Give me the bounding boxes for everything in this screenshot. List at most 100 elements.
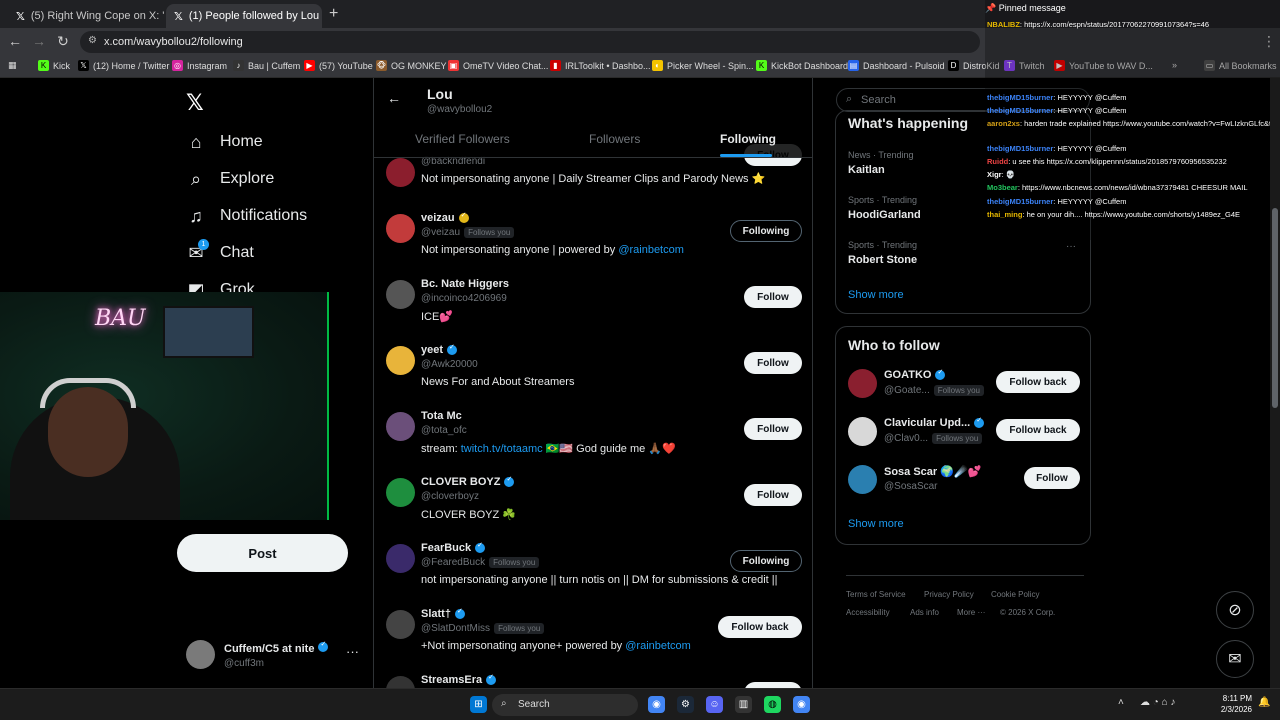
avatar[interactable] [386, 544, 415, 573]
bookmark-youtube[interactable]: ▶ (57) YouTube [304, 60, 373, 71]
bookmark-picker-wheel[interactable]: ◐ Picker Wheel - Spin... [652, 60, 754, 71]
bookmark-kickbot[interactable]: K KickBot Dashboard [756, 60, 848, 71]
tab-followers[interactable]: Followers [589, 132, 640, 146]
nav-explore[interactable]: ⌕ Explore [186, 169, 274, 189]
following-button[interactable]: Following [730, 220, 802, 242]
chrome-active-icon[interactable]: ◉ [793, 696, 810, 713]
user-name[interactable]: FearBuck [421, 541, 486, 554]
nav-notifications[interactable]: ♫ Notifications [186, 206, 307, 226]
follow-button[interactable]: Follow [744, 352, 802, 374]
taskbar-clock[interactable]: 8:11 PM 2/3/2026 [1212, 693, 1252, 715]
avatar[interactable] [848, 369, 877, 398]
avatar[interactable] [386, 158, 415, 187]
following-row[interactable]: CLOVER BOYZ @cloverboyz CLOVER BOYZ ☘️ Foll… [374, 472, 812, 538]
avatar[interactable] [386, 676, 415, 688]
follow-back-button[interactable]: Follow back [718, 616, 802, 638]
avatar[interactable] [848, 465, 877, 494]
user-name[interactable]: Sosa Scar 🌍☄️💕 [884, 465, 981, 478]
bookmark-bau-cuffem[interactable]: ♪ Bau | Cuffem [233, 60, 300, 71]
footer-ads-info[interactable]: Ads info [910, 608, 939, 617]
user-name[interactable]: StreamsEra [421, 673, 497, 686]
user-name[interactable]: CLOVER BOYZ [421, 475, 515, 488]
user-name[interactable]: GOATKO [884, 368, 946, 381]
page-scrollbar[interactable] [1270, 78, 1280, 688]
obs-icon[interactable]: ◍ [764, 696, 781, 713]
user-name[interactable]: Bc. Nate Higgers [421, 278, 509, 290]
user-name[interactable]: Clavicular Upd... [884, 416, 985, 429]
user-name[interactable]: Slatt† [421, 607, 465, 620]
bookmark-pulsoid[interactable]: ▤ Dashboard - Pulsoid [848, 60, 945, 71]
footer-privacy[interactable]: Privacy Policy [924, 590, 974, 599]
following-row[interactable]: StreamsEraFollow [374, 670, 812, 688]
bio-link[interactable]: @rainbetcom [618, 244, 684, 256]
avatar[interactable] [848, 417, 877, 446]
follow-button[interactable]: Follow [1024, 467, 1080, 489]
following-button[interactable]: Following [730, 550, 802, 572]
x-logo-icon[interactable]: 𝕏 [186, 90, 204, 116]
nav-chat[interactable]: ✉ 1 Chat [186, 239, 254, 263]
bookmark-kick[interactable]: K Kick [38, 60, 70, 71]
discord-icon[interactable]: ☺ [706, 696, 723, 713]
account-switcher[interactable]: Cuffem/C5 at nite @cuff3m ··· [186, 640, 366, 670]
following-row[interactable]: Tota Mc @tota_ofc stream: twitch.tv/totaam… [374, 406, 812, 472]
bookmark-og-monkey[interactable]: 🐵 OG MONKEY [376, 60, 447, 71]
follow-back-button[interactable]: Follow back [996, 419, 1080, 441]
user-name[interactable]: yeet [421, 343, 458, 356]
new-tab-button[interactable]: + [329, 5, 338, 23]
following-row[interactable]: FearBuck @FearedBuckFollows you not impers… [374, 538, 812, 604]
footer-terms[interactable]: Terms of Service [846, 590, 906, 599]
footer-accessibility[interactable]: Accessibility [846, 608, 890, 617]
follow-button[interactable]: Follow [744, 484, 802, 506]
bio-link[interactable]: twitch.tv/totaamc [461, 443, 543, 455]
trend-name[interactable]: Robert Stone [848, 254, 917, 266]
bookmark-instagram[interactable]: ◎ Instagram [172, 60, 227, 71]
reload-icon[interactable]: ↻ [54, 33, 72, 50]
avatar[interactable] [386, 478, 415, 507]
following-row[interactable]: Bc. Nate Higgers @incoinco4206969 ICE💕 Foll… [374, 274, 812, 340]
app-icon[interactable]: ▥ [735, 696, 752, 713]
following-row[interactable]: veizau @veizauFollows you Not impersonatin… [374, 208, 812, 274]
forward-icon[interactable]: → [30, 33, 48, 49]
follow-back-button[interactable]: Follow back [996, 371, 1080, 393]
show-more-link[interactable]: Show more [848, 518, 904, 530]
address-bar[interactable]: ⚙ x.com/wavybollou2/following [80, 31, 980, 53]
bio-link[interactable]: @rainbetcom [625, 640, 691, 652]
post-button[interactable]: Post [177, 534, 348, 572]
windows-start-icon[interactable]: ⊞ [470, 696, 487, 713]
footer-cookie[interactable]: Cookie Policy [991, 590, 1039, 599]
grok-float-icon[interactable]: ⊘ [1216, 591, 1254, 629]
following-row[interactable]: yeet @Awk20000 News For and About Streamer… [374, 340, 812, 406]
user-name[interactable]: veizau [421, 211, 469, 224]
avatar[interactable] [386, 280, 415, 309]
suggestion-row[interactable]: Clavicular Upd...@Clav0...Follows youFol… [848, 415, 1080, 453]
bookmark-home-twitter[interactable]: 𝕏 (12) Home / Twitter [78, 60, 169, 71]
tab-verified-followers[interactable]: Verified Followers [415, 132, 510, 146]
tray-icons[interactable]: ☁ ◔ ⌂ ♪ [1140, 697, 1175, 708]
suggestion-row[interactable]: GOATKO @Goate...Follows you Follow back [848, 367, 1080, 405]
tray-overflow-icon[interactable]: ˄ [1118, 697, 1124, 708]
follow-button[interactable]: Follow [744, 286, 802, 308]
suggestion-row[interactable]: Sosa Scar 🌍☄️💕 @SosaScar Follow [848, 463, 1080, 501]
user-name[interactable]: Tota Mc [421, 410, 462, 422]
steam-icon[interactable]: ⚙ [677, 696, 694, 713]
trend-more-icon[interactable]: ··· [1066, 241, 1076, 252]
messages-float-icon[interactable]: ✉ [1216, 640, 1254, 678]
nav-home[interactable]: ⌂ Home [186, 132, 263, 152]
browser-tab-right-wing-cope[interactable]: 𝕏 (5) Right Wing Cope on X: "Vo ✕ [8, 4, 164, 28]
notification-icon[interactable]: 🔔 [1258, 697, 1270, 708]
bookmark-ometv[interactable]: ▣ OmeTV Video Chat... [448, 60, 548, 71]
trend-name[interactable]: Kaitlan [848, 164, 885, 176]
back-icon[interactable]: ← [6, 33, 24, 49]
back-arrow-icon[interactable]: ← [387, 90, 401, 106]
chrome-icon[interactable]: ◉ [648, 696, 665, 713]
trend-name[interactable]: HoodiGarland [848, 209, 921, 221]
bookmark-irltoolkit[interactable]: ▮ IRLToolkit • Dashbo... [550, 60, 651, 71]
follow-button[interactable]: Follow [744, 418, 802, 440]
browser-tab-following[interactable]: 𝕏 (1) People followed by Lou (@w ✕ [166, 4, 322, 28]
scrollbar-thumb[interactable] [1272, 208, 1278, 408]
site-info-icon[interactable]: ⚙ [88, 35, 97, 46]
show-more-link[interactable]: Show more [848, 289, 904, 301]
avatar[interactable] [386, 610, 415, 639]
avatar[interactable] [386, 412, 415, 441]
tab-following[interactable]: Following [720, 132, 776, 146]
